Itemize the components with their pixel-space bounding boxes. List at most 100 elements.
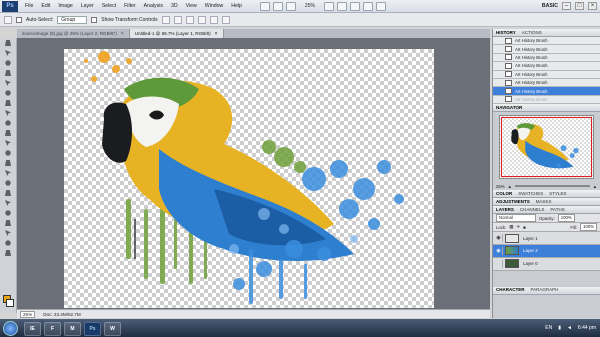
start-button[interactable]	[3, 321, 18, 336]
history-item[interactable]: Art History Brush	[493, 62, 600, 71]
opacity-field[interactable]: 100%	[557, 214, 575, 223]
zoom-tool-icon[interactable]	[3, 249, 14, 258]
align-left-icon[interactable]	[197, 15, 206, 24]
menu-select[interactable]: Select	[98, 0, 120, 13]
minibridge-button[interactable]	[272, 1, 283, 11]
healing-brush-tool-icon[interactable]	[3, 99, 14, 108]
volume-icon[interactable]: ◄	[567, 325, 572, 331]
rotate-view-button[interactable]	[349, 1, 360, 11]
type-tool-icon[interactable]	[3, 189, 14, 198]
hand-tool-icon[interactable]	[3, 239, 14, 248]
layer-row[interactable]: ◉ Layer 1	[493, 232, 600, 245]
hand-tool-button[interactable]	[323, 1, 334, 11]
history-brush-tool-icon[interactable]	[3, 129, 14, 138]
move-tool-icon[interactable]	[3, 39, 14, 48]
tab-history[interactable]: HISTORY	[496, 29, 516, 37]
minimize-button[interactable]: –	[562, 2, 571, 10]
tab-styles[interactable]: STYLES	[549, 190, 566, 198]
zoom-field[interactable]: 25%	[20, 310, 36, 318]
tab-untitled-1[interactable]: Untitled-1 @ 66.7% (Layer 1, RGB/8) ×	[129, 29, 224, 38]
arrange-documents-button[interactable]	[362, 1, 373, 11]
marquee-tool-icon[interactable]	[3, 49, 14, 58]
bridge-button[interactable]	[259, 1, 270, 11]
lock-position-icon[interactable]: ✛	[516, 224, 520, 230]
close-button[interactable]: ×	[588, 2, 597, 10]
layer-row[interactable]: Layer 0	[493, 257, 600, 271]
navigator-zoom-slider[interactable]	[514, 185, 590, 188]
eraser-tool-icon[interactable]	[3, 139, 14, 148]
menu-filter[interactable]: Filter	[120, 0, 140, 13]
path-select-tool-icon[interactable]	[3, 199, 14, 208]
language-indicator[interactable]: EN	[545, 325, 552, 331]
zoom-level-select[interactable]: 25%	[305, 3, 315, 9]
maximize-button[interactable]: □	[575, 2, 584, 10]
extras-button[interactable]	[285, 1, 296, 11]
menu-image[interactable]: Image	[54, 0, 76, 13]
visibility-eye-icon[interactable]: ◉	[495, 234, 503, 243]
align-right-icon[interactable]	[221, 15, 230, 24]
document-canvas[interactable]	[64, 49, 434, 308]
dodge-tool-icon[interactable]	[3, 169, 14, 178]
visibility-eye-icon[interactable]	[495, 259, 503, 268]
navigator-zoom[interactable]: 25%	[496, 184, 505, 189]
auto-select-checkbox[interactable]	[16, 16, 22, 23]
align-middle-icon[interactable]	[173, 15, 182, 24]
menu-view[interactable]: View	[182, 0, 201, 13]
blend-mode-select[interactable]: Normal	[496, 214, 536, 223]
zoom-in-icon[interactable]: ▲	[593, 184, 597, 189]
align-top-icon[interactable]	[161, 15, 170, 24]
align-bottom-icon[interactable]	[185, 15, 194, 24]
tab-character[interactable]: CHARACTER	[496, 286, 525, 294]
screen-mode-button[interactable]	[375, 1, 386, 11]
history-item[interactable]: Art History Brush	[493, 37, 600, 46]
tab-actions[interactable]: ACTIONS	[522, 29, 542, 37]
tab-adjustments[interactable]: ADJUSTMENTS	[496, 198, 530, 206]
zoom-tool-button[interactable]	[336, 1, 347, 11]
navigator-view-box[interactable]	[501, 117, 592, 178]
menu-layer[interactable]: Layer	[77, 0, 98, 13]
quick-select-tool-icon[interactable]	[3, 69, 14, 78]
move-tool-preset-icon[interactable]	[4, 15, 12, 24]
eyedropper-tool-icon[interactable]	[3, 89, 14, 98]
background-color-swatch[interactable]	[6, 299, 14, 307]
align-center-icon[interactable]	[209, 15, 218, 24]
tab-layers[interactable]: LAYERS	[496, 206, 514, 214]
layer-row-selected[interactable]: ◉ Layer 2	[493, 244, 600, 258]
lock-all-icon[interactable]: ■	[523, 225, 526, 230]
3d-rotate-tool-icon[interactable]	[3, 219, 14, 228]
zoom-out-icon[interactable]: ▲	[508, 184, 512, 189]
close-icon[interactable]: ×	[215, 31, 218, 37]
tab-swatches[interactable]: SWATCHES	[518, 190, 543, 198]
history-item[interactable]: Art History Brush	[493, 45, 600, 54]
blur-tool-icon[interactable]	[3, 159, 14, 168]
taskbar-app-ie[interactable]: IE	[24, 322, 41, 336]
menu-help[interactable]: Help	[227, 0, 246, 13]
crop-tool-icon[interactable]	[3, 79, 14, 88]
navigator-thumbnail[interactable]	[499, 115, 594, 180]
taskbar-app-media[interactable]: M	[64, 322, 81, 336]
menu-3d[interactable]: 3D	[167, 0, 182, 13]
clock[interactable]: 6:44 pm	[578, 325, 596, 331]
pen-tool-icon[interactable]	[3, 179, 14, 188]
history-item-selected[interactable]: Art History Brush	[493, 87, 600, 96]
taskbar-app-word[interactable]: W	[104, 322, 121, 336]
menu-analysis[interactable]: Analysis	[140, 0, 167, 13]
history-item[interactable]: Art History Brush	[493, 53, 600, 63]
fill-field[interactable]: 100%	[580, 223, 597, 232]
menu-file[interactable]: File	[21, 0, 37, 13]
brush-tool-icon[interactable]	[3, 109, 14, 118]
auto-select-dropdown[interactable]: Group	[57, 15, 88, 24]
close-icon[interactable]: ×	[121, 31, 124, 37]
lock-pixels-icon[interactable]: ▦	[509, 224, 513, 230]
taskbar-app-photoshop[interactable]: Ps	[84, 322, 101, 336]
clone-stamp-tool-icon[interactable]	[3, 119, 14, 128]
show-transform-checkbox[interactable]	[91, 16, 98, 23]
lasso-tool-icon[interactable]	[3, 59, 14, 68]
visibility-eye-icon[interactable]: ◉	[495, 246, 503, 255]
gradient-tool-icon[interactable]	[3, 149, 14, 158]
tab-sourceimage[interactable]: sourceimage (8).jpg @ 25% (Layer 2, RGB/…	[17, 29, 130, 38]
3d-orbit-tool-icon[interactable]	[3, 229, 14, 238]
tab-color[interactable]: COLOR	[496, 190, 512, 198]
menu-window[interactable]: Window	[201, 0, 227, 13]
tab-navigator[interactable]: NAVIGATOR	[496, 104, 522, 112]
